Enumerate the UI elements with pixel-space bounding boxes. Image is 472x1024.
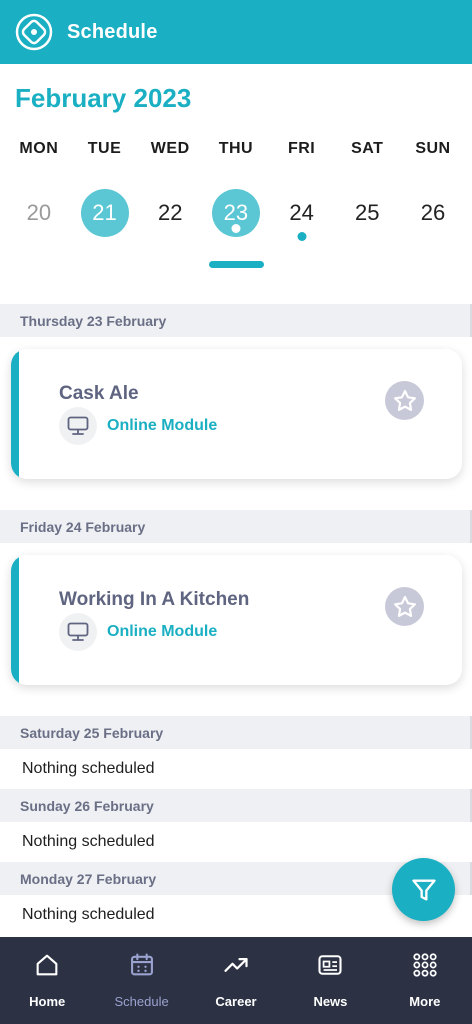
week-days: 20 21 22 23 24 25 26	[6, 188, 466, 241]
weekday-label: SAT	[351, 140, 384, 157]
event-dot	[231, 224, 241, 233]
filter-button[interactable]	[392, 858, 455, 921]
day-26[interactable]: 26	[400, 188, 466, 238]
home-icon	[32, 950, 62, 980]
weekday-label: FRI	[287, 140, 316, 157]
event-type-label: Online Module	[107, 623, 218, 640]
nav-label: More	[409, 994, 441, 1009]
compass-logo-icon	[14, 12, 54, 52]
nav-home[interactable]: Home	[0, 937, 94, 1024]
nav-label: Schedule	[114, 994, 169, 1009]
empty-message: Nothing scheduled	[0, 749, 472, 789]
bottom-navigation: Home Schedule Career News More	[0, 937, 472, 1024]
weekday-label: TUE	[87, 140, 122, 157]
nav-career[interactable]: Career	[189, 937, 283, 1024]
monitor-icon	[59, 613, 97, 651]
day-number: 20	[26, 200, 52, 225]
page-title: Schedule	[67, 20, 158, 43]
schedule-screen: Schedule February 2023 MON TUE WED THU F…	[0, 0, 472, 1024]
weekday-label: SUN	[415, 140, 451, 157]
section-heading: Friday 24 February	[0, 510, 472, 543]
day-number-selected: 21	[80, 189, 129, 237]
event-dot	[297, 232, 307, 241]
month-label: February 2023	[15, 83, 192, 113]
trending-up-icon	[221, 950, 251, 980]
nav-label: Home	[29, 994, 66, 1009]
favorite-star-button[interactable]	[385, 587, 424, 626]
day-22[interactable]: 22	[137, 188, 203, 238]
event-type: Online Module	[59, 613, 217, 651]
empty-message: Nothing scheduled	[0, 822, 472, 862]
day-number: 26	[420, 200, 446, 225]
event-title: Cask Ale	[59, 383, 139, 404]
nav-label: News	[313, 994, 348, 1009]
nav-schedule[interactable]: Schedule	[94, 937, 188, 1024]
monitor-icon	[59, 407, 97, 445]
filter-icon	[411, 879, 436, 900]
day-21[interactable]: 21	[72, 188, 138, 238]
nav-more[interactable]: More	[378, 937, 472, 1024]
schedule-list: Thursday 23 February Cask Ale Online Mod…	[0, 304, 472, 935]
nav-label: Career	[215, 994, 257, 1009]
day-20[interactable]: 20	[6, 188, 72, 238]
week-scroll-indicator[interactable]	[209, 261, 264, 268]
star-icon	[393, 595, 416, 617]
card-container: Cask Ale Online Module	[0, 337, 472, 510]
weekday-label: MON	[19, 140, 59, 157]
app-header: Schedule	[0, 0, 472, 64]
nav-news[interactable]: News	[283, 937, 377, 1024]
calendar-icon	[127, 950, 157, 980]
grid-icon	[410, 950, 440, 980]
event-card-working-in-a-kitchen[interactable]: Working In A Kitchen Online Module	[11, 555, 462, 685]
event-card-cask-ale[interactable]: Cask Ale Online Module	[11, 349, 462, 479]
card-container: Working In A Kitchen Online Module	[0, 543, 472, 716]
day-number: 24	[289, 200, 314, 225]
weekday-header: MON TUE WED THU FRI SAT SUN	[6, 140, 466, 158]
weekday-label: THU	[218, 140, 254, 157]
weekday-label: WED	[150, 140, 190, 157]
day-24[interactable]: 24	[269, 188, 335, 241]
section-heading: Saturday 25 February	[0, 716, 472, 749]
section-heading: Thursday 23 February	[0, 304, 472, 337]
favorite-star-button[interactable]	[385, 381, 424, 420]
event-type: Online Module	[59, 407, 217, 445]
section-heading: Sunday 26 February	[0, 789, 472, 822]
star-icon	[393, 389, 416, 411]
day-25[interactable]: 25	[334, 188, 400, 238]
day-23[interactable]: 23	[203, 188, 269, 238]
newspaper-icon	[315, 950, 345, 980]
day-number: 22	[157, 200, 183, 225]
event-title: Working In A Kitchen	[59, 589, 250, 610]
event-type-label: Online Module	[107, 417, 218, 434]
day-number: 25	[355, 200, 380, 225]
